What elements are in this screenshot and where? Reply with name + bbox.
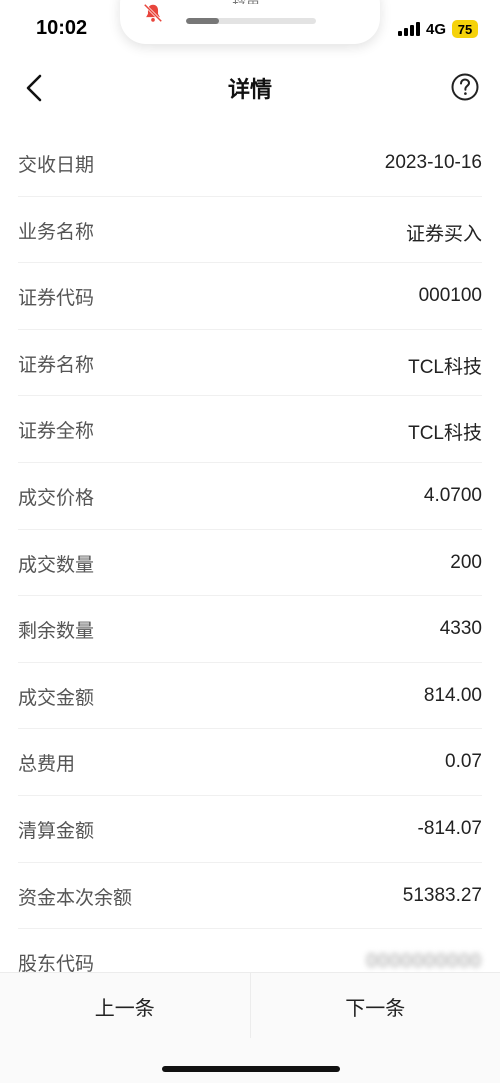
detail-row: 交收日期 2023-10-16 <box>18 130 482 197</box>
detail-row: 剩余数量 4330 <box>18 596 482 663</box>
detail-label: 资金本次余额 <box>18 886 133 909</box>
page-title: 详情 <box>227 78 272 103</box>
detail-label: 剩余数量 <box>18 620 95 643</box>
detail-label: 总费用 <box>18 753 76 776</box>
ringer-volume-bar <box>186 18 316 24</box>
detail-list[interactable]: 交收日期 2023-10-16 业务名称 证券买入证券代码 000100 证券名称 TCL科… <box>0 130 500 996</box>
network-type: 4G <box>425 20 446 38</box>
battery-icon: 75 <box>452 20 478 38</box>
detail-label: 成交金额 <box>18 686 95 709</box>
status-indicators: 4G 75 <box>397 20 478 38</box>
detail-row: 成交金额 814.00 <box>18 663 482 730</box>
detail-label: 成交价格 <box>18 486 95 509</box>
bottom-toolbar: 上一条 下一条 <box>0 972 500 1039</box>
next-record-button[interactable]: 下一条 <box>251 973 500 1039</box>
signal-icon <box>397 22 420 36</box>
detail-label: 清算金额 <box>18 819 95 842</box>
detail-label: 证券代码 <box>18 287 95 310</box>
detail-row: 清算金额 -814.07 <box>18 796 482 863</box>
detail-value: 51383.27 <box>402 884 482 906</box>
detail-value: 2023-10-16 <box>384 152 482 173</box>
detail-label: 证券名称 <box>18 353 95 376</box>
status-time: 10:02 <box>36 17 88 39</box>
detail-value: 证券买入 <box>405 223 482 245</box>
home-indicator[interactable] <box>162 1066 340 1072</box>
detail-label: 证券全称 <box>18 420 95 443</box>
detail-label: 业务名称 <box>18 220 95 243</box>
detail-value: 200 <box>450 551 482 573</box>
detail-value: -814.07 <box>417 817 482 839</box>
detail-value: 0000000000 <box>366 951 482 973</box>
home-area <box>0 1038 500 1083</box>
detail-row: 证券名称 TCL科技 <box>18 330 482 397</box>
detail-row: 总费用 0.07 <box>18 729 482 796</box>
detail-value: 4330 <box>439 618 482 640</box>
detail-value: 814.00 <box>423 684 482 706</box>
detail-row: 成交数量 200 <box>18 530 482 597</box>
detail-row: 证券代码 000100 <box>18 263 482 330</box>
detail-value: TCL科技 <box>408 423 482 445</box>
previous-record-button[interactable]: 上一条 <box>0 973 251 1039</box>
detail-row: 业务名称 证券买入 <box>18 197 482 264</box>
help-button[interactable] <box>450 72 480 102</box>
detail-label: 交收日期 <box>18 154 95 176</box>
question-circle-icon <box>451 73 479 101</box>
detail-label: 股东代码 <box>18 953 95 976</box>
detail-label: 成交数量 <box>18 553 95 576</box>
detail-value: 4.0700 <box>423 484 482 506</box>
detail-value: TCL科技 <box>408 356 482 378</box>
nav-bar: 详情 <box>0 60 500 116</box>
detail-value: 0.07 <box>445 751 482 773</box>
detail-screen: 10:02 4G 75 铃声 <box>0 0 500 1083</box>
detail-row: 资金本次余额 51383.27 <box>18 863 482 930</box>
detail-value: 000100 <box>418 285 482 307</box>
ringer-volume-fill <box>186 18 219 24</box>
detail-row: 证券全称 TCL科技 <box>18 396 482 463</box>
detail-row: 成交价格 4.0700 <box>18 463 482 530</box>
ringer-volume-banner: 铃声 <box>120 0 380 44</box>
bell-muted-icon <box>143 3 163 23</box>
ringer-label: 铃声 <box>232 0 260 4</box>
